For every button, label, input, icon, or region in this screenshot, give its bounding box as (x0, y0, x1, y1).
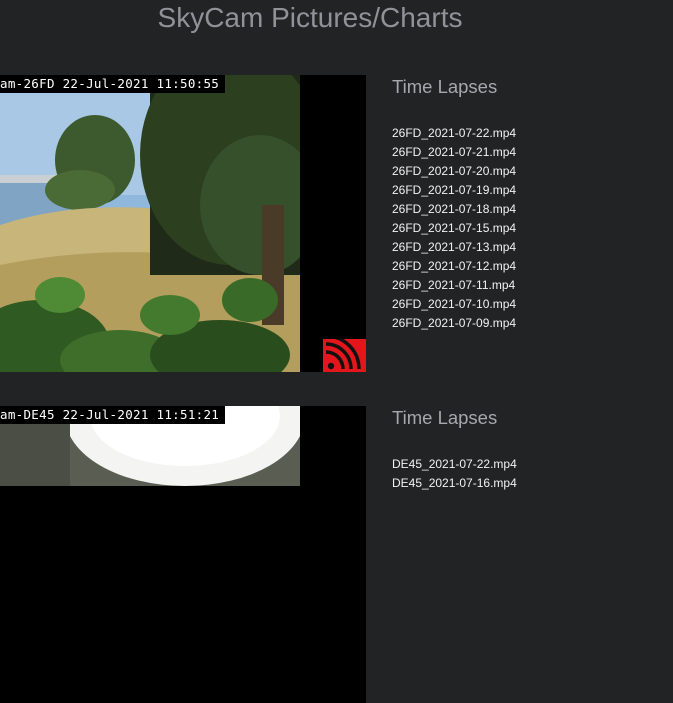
camera-frame: am-DE45 22-Jul-2021 11:51:21 (0, 406, 366, 703)
time-lapse-link[interactable]: DE45_2021-07-22.mp4 (392, 455, 517, 474)
time-lapse-list: 26FD_2021-07-22.mp4 26FD_2021-07-21.mp4 … (392, 124, 516, 333)
time-lapse-link[interactable]: 26FD_2021-07-21.mp4 (392, 143, 516, 162)
time-lapse-link[interactable]: 26FD_2021-07-11.mp4 (392, 276, 516, 295)
time-lapse-link[interactable]: 26FD_2021-07-22.mp4 (392, 124, 516, 143)
time-lapse-list: DE45_2021-07-22.mp4 DE45_2021-07-16.mp4 (392, 455, 517, 493)
time-lapse-link[interactable]: 26FD_2021-07-13.mp4 (392, 238, 516, 257)
page-title: SkyCam Pictures/Charts (157, 2, 463, 33)
time-lapse-link[interactable]: 26FD_2021-07-15.mp4 (392, 219, 516, 238)
time-lapses-heading: Time Lapses (392, 407, 498, 428)
time-lapse-link[interactable]: 26FD_2021-07-20.mp4 (392, 162, 516, 181)
time-lapses-heading: Time Lapses (392, 76, 498, 97)
time-lapse-link[interactable]: 26FD_2021-07-09.mp4 (392, 314, 516, 333)
time-lapse-link[interactable]: 26FD_2021-07-19.mp4 (392, 181, 516, 200)
camera-frame: am-26FD 22-Jul-2021 11:50:55 (0, 75, 366, 372)
time-lapse-link[interactable]: 26FD_2021-07-10.mp4 (392, 295, 516, 314)
camera-snapshot-image[interactable] (0, 406, 300, 703)
rss-feed-icon[interactable] (323, 334, 366, 372)
camera-snapshot-image[interactable] (0, 75, 300, 372)
time-lapse-link[interactable]: 26FD_2021-07-12.mp4 (392, 257, 516, 276)
time-lapse-link[interactable]: 26FD_2021-07-18.mp4 (392, 200, 516, 219)
time-lapse-link[interactable]: DE45_2021-07-16.mp4 (392, 474, 517, 493)
camera-timestamp: am-DE45 22-Jul-2021 11:51:21 (0, 406, 226, 424)
camera-timestamp: am-26FD 22-Jul-2021 11:50:55 (0, 75, 226, 93)
